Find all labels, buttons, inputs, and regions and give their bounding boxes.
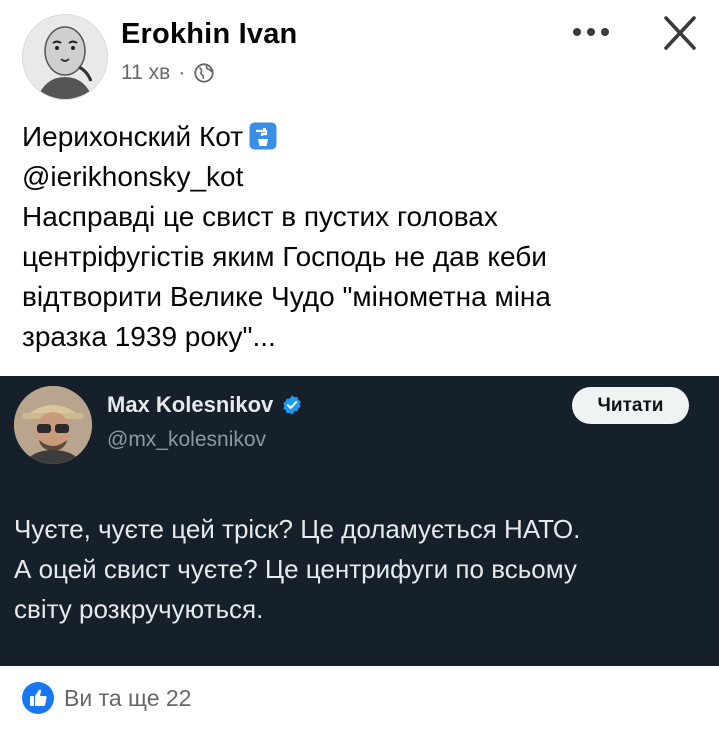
- post-line: зразка 1939 року"...: [22, 321, 276, 352]
- more-dot-icon: [587, 28, 595, 36]
- post-line-text: Иерихонский Кот: [22, 121, 244, 152]
- reactions-summary[interactable]: Ви та ще 22: [22, 682, 191, 714]
- post-time[interactable]: 11 хв: [121, 61, 170, 85]
- reactions-count-text: Ви та ще 22: [64, 684, 192, 711]
- tweet-line: Чуєте, чуєте цей тріск? Це доламується Н…: [14, 514, 581, 544]
- post-line: відтворити Велике Чудо "мінометна міна: [22, 281, 551, 312]
- more-options-button[interactable]: [566, 20, 616, 44]
- tweet-author-name: Max Kolesnikov: [107, 392, 303, 418]
- follow-button: Читати: [572, 387, 689, 424]
- tweet-author-handle: @mx_kolesnikov: [107, 428, 267, 451]
- post-line: @ierikhonsky_kot: [22, 161, 244, 192]
- embedded-tweet-image[interactable]: Max Kolesnikov @mx_kolesnikov Читати Чує…: [0, 376, 719, 666]
- post-line: Насправді це свист в пустих головах: [22, 201, 498, 232]
- tweet-line: А оцей свист чуєте? Це центрифуги по всь…: [14, 554, 577, 584]
- post-header: Erokhin Ivan 11 хв ·: [0, 0, 719, 110]
- post-line: Иерихонский Кот: [22, 117, 702, 157]
- more-dot-icon: [573, 28, 581, 36]
- meta-separator: ·: [178, 61, 186, 84]
- tweet-author-name-text: Max Kolesnikov: [107, 392, 274, 417]
- verified-badge-icon: [283, 395, 301, 415]
- potable-water-icon: [249, 122, 277, 150]
- post-line: центріфугістів яким Господь не дав кеби: [22, 241, 547, 272]
- author-name[interactable]: Erokhin Ivan: [121, 18, 297, 51]
- avatar-image: [23, 15, 107, 99]
- tweet-body: Чуєте, чуєте цей тріск? Це доламується Н…: [14, 509, 704, 629]
- globe-icon: [194, 63, 214, 83]
- tweet-line: світу розкручуються.: [14, 594, 264, 624]
- more-dot-icon: [601, 28, 609, 36]
- close-icon[interactable]: [658, 14, 702, 54]
- author-avatar[interactable]: [22, 14, 108, 100]
- tweet-avatar: [14, 386, 92, 464]
- post-body: Иерихонский Кот @ierikhonsky_kot Насправ…: [22, 117, 702, 357]
- tweet-avatar-image: [14, 386, 92, 464]
- like-icon: [22, 682, 54, 714]
- post-meta: 11 хв ·: [121, 61, 215, 85]
